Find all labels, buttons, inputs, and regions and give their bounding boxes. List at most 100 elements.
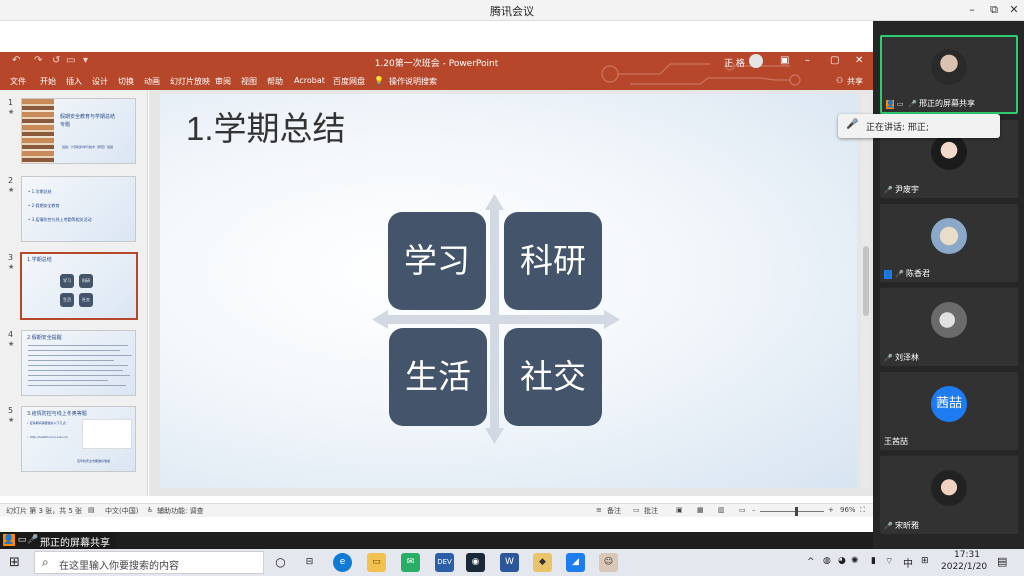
minimize-icon[interactable]: – xyxy=(961,2,983,18)
thumb-text: • 1.学期总结 xyxy=(28,189,52,194)
mic-icon: 🎤 xyxy=(908,100,917,108)
menu-file[interactable]: 文件 xyxy=(10,76,26,87)
tray-app-icon[interactable]: ◍ xyxy=(823,556,831,566)
thumb-star-icon: ★ xyxy=(8,340,15,348)
slide-thumbnail-3-selected[interactable]: 1.学期总结 学习 科研 生活 社交 xyxy=(20,252,138,320)
menu-slideshow[interactable]: 幻灯片放映 xyxy=(170,76,210,87)
screen-share-banner[interactable]: 👤 ▭ 🎤 邢正的屏幕共享 xyxy=(0,532,116,549)
menu-baidu-netdisk[interactable]: 百度网盘 xyxy=(333,76,365,87)
menu-acrobat[interactable]: Acrobat xyxy=(294,76,325,85)
menu-view[interactable]: 视图 xyxy=(241,76,257,87)
slide-vertical-scrollbar[interactable] xyxy=(861,94,871,488)
language-status[interactable]: 中文(中国) xyxy=(105,506,138,516)
news-app-icon[interactable]: DEV xyxy=(435,553,454,572)
slide-sorter-icon[interactable]: ▦ xyxy=(697,506,704,514)
comments-button[interactable]: 批注 xyxy=(644,506,658,516)
slide-thumbnail-1[interactable]: 假期安全教育与学期总结 专题 班级：计算机科学与技术（师范）班级 xyxy=(21,98,136,164)
participant-list: 👤 ▭ 🎤 邢正的屏幕共享 🎤 尹废宇 👤 🎤 陈香君 🎤 刘泽林 茜喆 王茜喆 🎤 宋昕雅 xyxy=(873,21,1024,549)
slide-thumbnail-2[interactable]: • 1.学期总结 • 2.假期安全教育 • 3.疫情防控与线上考勤等相关活动 xyxy=(21,176,136,242)
participant-avatar xyxy=(931,218,967,254)
participant-tile-sharer[interactable]: 👤 ▭ 🎤 邢正的屏幕共享 xyxy=(880,35,1018,114)
menu-animations[interactable]: 动画 xyxy=(144,76,160,87)
zoom-level[interactable]: 96% xyxy=(840,506,856,514)
thumb-text: • 2.假期安全教育 xyxy=(28,203,60,208)
participant-tile[interactable]: 茜喆 王茜喆 xyxy=(880,372,1018,450)
tile-social[interactable]: 社交 xyxy=(504,328,602,426)
lightbulb-icon: 💡 xyxy=(374,76,384,85)
ribbon-display-icon[interactable]: ▣ xyxy=(780,55,789,66)
ppt-minimize-icon[interactable]: – xyxy=(805,55,810,66)
clock-date[interactable]: 2022/1/20 xyxy=(941,562,987,572)
tile-research[interactable]: 科研 xyxy=(504,212,602,310)
user-icon: 👤 xyxy=(3,534,15,546)
windows-start-icon[interactable]: ⊞ xyxy=(9,555,20,570)
tile-life[interactable]: 生活 xyxy=(389,328,487,426)
notifications-icon[interactable]: ▤ xyxy=(997,555,1007,568)
taskbar-search-box[interactable]: ⌕ 在这里输入你要搜索的内容 xyxy=(34,551,264,574)
reading-view-icon[interactable]: ▥ xyxy=(718,506,725,514)
mic-icon: 🎤 xyxy=(27,535,39,545)
current-slide[interactable]: 1.学期总结 学习 科研 生活 社交 xyxy=(160,94,857,488)
share-icon[interactable]: ⚇ xyxy=(836,76,843,85)
tray-expand-icon[interactable]: ^ xyxy=(807,557,815,567)
ppt-close-icon[interactable]: ✕ xyxy=(855,55,863,66)
ppt-user-avatar[interactable] xyxy=(749,54,763,68)
app-icon[interactable]: ◆ xyxy=(533,553,552,572)
word-icon[interactable]: W xyxy=(500,553,519,572)
speaking-tooltip: 🎤 正在讲话: 邢正; xyxy=(838,114,1000,138)
ppt-maximize-icon[interactable]: ▢ xyxy=(830,55,839,66)
menu-home[interactable]: 开始 xyxy=(40,76,56,87)
zoom-in-icon[interactable]: + xyxy=(828,506,834,514)
clock-time[interactable]: 17:31 xyxy=(954,550,980,560)
edge-icon[interactable]: e xyxy=(333,553,352,572)
tell-me-search[interactable]: 操作说明搜索 xyxy=(389,76,437,87)
menu-design[interactable]: 设计 xyxy=(92,76,108,87)
steam-icon[interactable]: ◉ xyxy=(466,553,485,572)
tray-app-icon[interactable]: ✺ xyxy=(851,556,859,566)
mic-icon: 🎤 xyxy=(895,270,904,278)
tencent-meeting-icon[interactable]: ◢ xyxy=(566,553,585,572)
close-icon[interactable]: ✕ xyxy=(1003,2,1024,18)
menu-help[interactable]: 帮助 xyxy=(267,76,283,87)
spellcheck-icon[interactable]: ▤ xyxy=(88,506,95,514)
task-view-icon[interactable]: ⊟ xyxy=(300,553,319,572)
thumb-text: 专题 xyxy=(60,122,71,128)
comments-icon: ▭ xyxy=(633,506,640,514)
participant-tile[interactable]: 👤 🎤 陈香君 xyxy=(880,204,1018,282)
keyboard-icon[interactable]: ⊞ xyxy=(921,556,929,566)
tile-study[interactable]: 学习 xyxy=(388,212,486,310)
menu-review[interactable]: 审阅 xyxy=(215,76,231,87)
slideshow-icon[interactable]: ▭ xyxy=(739,506,746,514)
mini-tile: 社交 xyxy=(79,293,93,307)
qq-icon[interactable]: ◕ xyxy=(838,556,846,566)
image-viewer-icon[interactable]: ☺ xyxy=(599,553,618,572)
menu-insert[interactable]: 插入 xyxy=(66,76,82,87)
share-button[interactable]: 共享 xyxy=(847,76,863,87)
restore-icon[interactable]: ⧉ xyxy=(983,2,1005,18)
speaking-text: 正在讲话: 邢正; xyxy=(866,123,929,133)
participant-tile[interactable]: 🎤 刘泽林 xyxy=(880,288,1018,366)
ime-indicator[interactable]: 中 xyxy=(903,555,913,570)
books-image xyxy=(22,99,54,163)
zoom-slider[interactable] xyxy=(760,511,824,512)
file-explorer-icon[interactable]: ▭ xyxy=(367,553,386,572)
notes-icon: ≡ xyxy=(596,506,602,514)
network-icon[interactable]: ⌔ xyxy=(885,556,893,567)
thumb-star-icon: ★ xyxy=(8,108,15,116)
normal-view-icon[interactable]: ▣ xyxy=(676,506,683,514)
participant-tile[interactable]: 🎤 宋昕雅 xyxy=(880,456,1018,534)
cortana-icon[interactable]: ○ xyxy=(271,553,290,572)
zoom-out-icon[interactable]: – xyxy=(752,506,756,514)
thumb-text: 2.假期安全提醒 xyxy=(27,335,62,341)
speaker-icon: 🎤 xyxy=(846,119,859,130)
fit-slide-icon[interactable]: ⛶ xyxy=(860,506,865,515)
slide-thumbnail-5[interactable]: 3.疫情防控与线上冬奥等题 • 疫情期间需要做好以下几点： • http://h… xyxy=(21,406,136,472)
zoom-slider-knob[interactable] xyxy=(795,507,798,516)
accessibility-status[interactable]: 辅助功能: 调查 xyxy=(157,506,204,516)
menu-transitions[interactable]: 切换 xyxy=(118,76,134,87)
battery-icon[interactable]: ▮ xyxy=(871,556,876,566)
notes-button[interactable]: 备注 xyxy=(607,506,621,516)
wechat-icon[interactable]: ✉ xyxy=(401,553,420,572)
scrollbar-thumb[interactable] xyxy=(863,246,869,316)
slide-thumbnail-4[interactable]: 2.假期安全提醒 xyxy=(21,330,136,396)
